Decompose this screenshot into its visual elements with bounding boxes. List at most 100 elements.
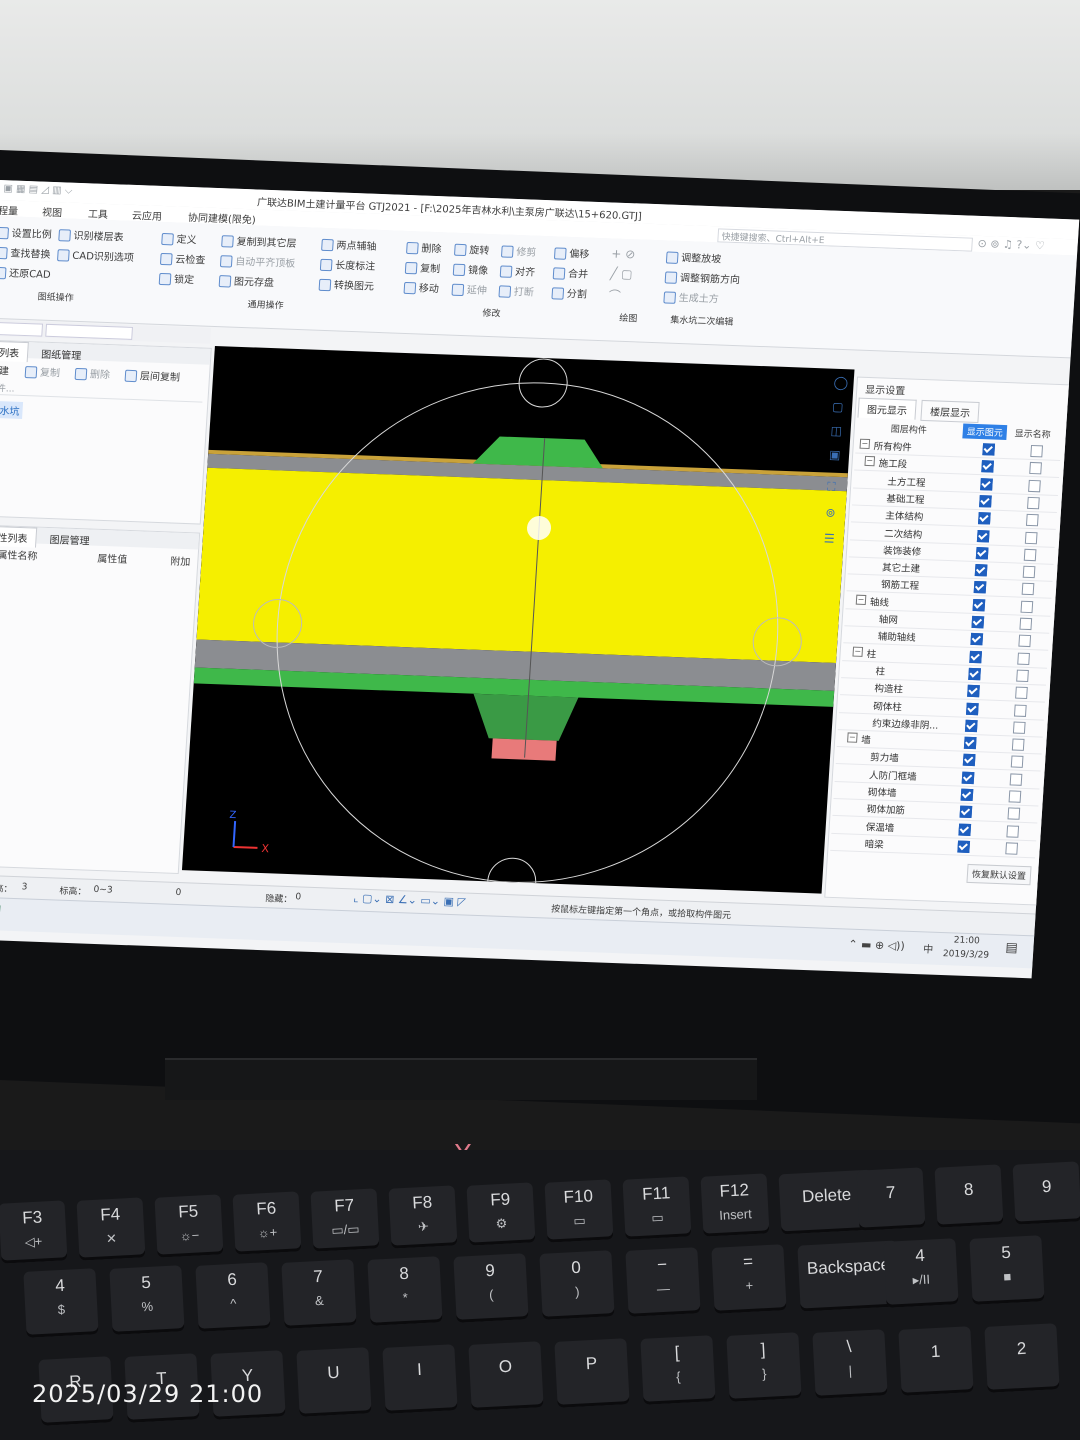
- floor-copy-button[interactable]: 层间复制: [124, 367, 181, 384]
- key-11[interactable]: 5 ■: [969, 1235, 1045, 1305]
- show-element-checkbox[interactable]: [976, 529, 990, 542]
- component-search-input[interactable]: 构件...: [0, 380, 204, 403]
- show-element-checkbox[interactable]: [981, 460, 994, 473]
- component-dropdown[interactable]: [45, 323, 133, 340]
- show-name-checkbox[interactable]: [1030, 444, 1044, 458]
- show-element-checkbox[interactable]: [964, 719, 978, 732]
- key-9[interactable]: F12 Insert: [700, 1173, 770, 1237]
- tab-floor-display[interactable]: 楼层显示: [920, 399, 980, 424]
- key-2[interactable]: 6 ^: [195, 1262, 271, 1332]
- ribbon-offset[interactable]: 偏移: [553, 244, 590, 261]
- show-element-checkbox[interactable]: [969, 650, 983, 663]
- show-element-checkbox[interactable]: [957, 840, 971, 853]
- key-6[interactable]: 0): [539, 1250, 615, 1320]
- copy-button[interactable]: 复制: [24, 363, 61, 379]
- key-3[interactable]: U: [296, 1347, 372, 1417]
- help-icons[interactable]: ⊙ ⊚ ♫ ?⌄ ♡: [977, 237, 1045, 252]
- ribbon-gen-earthwork[interactable]: 生成土方: [663, 288, 719, 305]
- key-9[interactable]: \ |: [812, 1329, 888, 1399]
- show-name-checkbox[interactable]: [1020, 600, 1034, 613]
- delete-button[interactable]: 删除: [74, 365, 111, 381]
- show-element-checkbox[interactable]: [982, 443, 996, 456]
- ribbon-define[interactable]: 定义: [161, 230, 197, 246]
- show-element-checkbox[interactable]: [980, 477, 993, 491]
- draw-line-icon[interactable]: ╱ ▢: [610, 266, 633, 281]
- show-name-checkbox[interactable]: [1021, 583, 1035, 596]
- tab-element-display[interactable]: 图元显示: [857, 397, 917, 420]
- ribbon-trim[interactable]: 修剪: [500, 242, 537, 259]
- show-element-checkbox[interactable]: [967, 684, 980, 698]
- draw-point-icon[interactable]: + ⊘: [611, 246, 636, 261]
- show-name-checkbox[interactable]: [1010, 755, 1024, 769]
- key-5[interactable]: O: [468, 1341, 544, 1411]
- ribbon-restore-cad[interactable]: 还原CAD: [0, 264, 51, 281]
- show-name-checkbox[interactable]: [1015, 686, 1028, 700]
- orbit-icon[interactable]: ◯: [833, 376, 848, 392]
- ribbon-split[interactable]: 分割: [551, 284, 587, 301]
- ribbon-adjust-slope[interactable]: 调整放坡: [665, 248, 722, 265]
- show-name-checkbox[interactable]: [1029, 462, 1042, 475]
- ribbon-mirror[interactable]: 镜像: [452, 261, 489, 277]
- quick-access-icons[interactable]: ▣ ▦ ▤ ◿ ▥ ⌵: [3, 183, 73, 197]
- key-6[interactable]: P: [554, 1338, 630, 1408]
- key-4[interactable]: 8 *: [367, 1256, 443, 1326]
- show-element-checkbox[interactable]: [962, 754, 976, 767]
- key-11[interactable]: 7: [856, 1167, 926, 1231]
- show-element-checkbox[interactable]: [963, 736, 977, 750]
- show-element-checkbox[interactable]: [977, 512, 991, 525]
- key-1[interactable]: F4 ✕: [76, 1197, 146, 1261]
- show-name-checkbox[interactable]: [1007, 807, 1021, 821]
- show-name-checkbox[interactable]: [1008, 790, 1022, 803]
- show-name-checkbox[interactable]: [1028, 479, 1041, 492]
- show-element-checkbox[interactable]: [979, 495, 992, 508]
- key-7[interactable]: F10 ▭: [544, 1179, 614, 1243]
- show-name-checkbox[interactable]: [1017, 652, 1030, 665]
- key-10[interactable]: 4 ▸/II: [883, 1238, 959, 1308]
- show-name-checkbox[interactable]: [1027, 496, 1040, 510]
- drawing-viewport[interactable]: X Z: [181, 345, 855, 894]
- key-4[interactable]: F7 ▭/▭: [310, 1188, 380, 1252]
- fit-view-icon[interactable]: ⛶: [827, 480, 836, 495]
- floor-dropdown[interactable]: [0, 321, 44, 337]
- show-name-checkbox[interactable]: [1023, 548, 1037, 562]
- key-0[interactable]: 4 $: [23, 1268, 99, 1338]
- key-8[interactable]: F11 ▭: [622, 1176, 692, 1240]
- show-element-checkbox[interactable]: [971, 615, 985, 629]
- show-name-checkbox[interactable]: [1025, 514, 1039, 527]
- list-item-sump-pit[interactable]: 集水坑: [0, 400, 24, 419]
- show-name-checkbox[interactable]: [1012, 721, 1026, 734]
- show-element-checkbox[interactable]: [972, 598, 986, 612]
- show-element-checkbox[interactable]: [970, 633, 984, 646]
- show-element-checkbox[interactable]: [961, 771, 975, 784]
- show-name-checkbox[interactable]: [1006, 824, 1020, 838]
- key-12[interactable]: 8: [934, 1164, 1004, 1228]
- show-name-checkbox[interactable]: [1013, 704, 1027, 717]
- show-element-checkbox[interactable]: [974, 564, 988, 577]
- ribbon-save-elements[interactable]: 图元存盘: [218, 272, 275, 289]
- show-name-checkbox[interactable]: [1005, 842, 1019, 855]
- key-3[interactable]: F6 ☼+: [232, 1191, 302, 1255]
- ribbon-two-point-axis[interactable]: 两点辅轴: [321, 236, 377, 253]
- key-4[interactable]: I: [382, 1344, 458, 1414]
- show-name-checkbox[interactable]: [1019, 617, 1033, 631]
- key-2[interactable]: F5 ☼−: [154, 1194, 224, 1258]
- key-0[interactable]: F3 ◁+: [0, 1200, 68, 1264]
- show-element-checkbox[interactable]: [959, 805, 973, 819]
- ribbon-cad-options[interactable]: CAD识别选项: [56, 246, 134, 264]
- key-5[interactable]: F8 ✈: [388, 1185, 458, 1249]
- restore-default-button[interactable]: 恢复默认设置: [966, 863, 1032, 886]
- cube-view-icon[interactable]: ▣: [829, 448, 841, 462]
- ribbon-merge[interactable]: 合并: [552, 264, 589, 281]
- ribbon-rotate[interactable]: 旋转: [453, 241, 490, 257]
- notification-icon[interactable]: ▤: [1005, 940, 1018, 955]
- ribbon-auto-align[interactable]: 自动平齐顶板: [219, 252, 296, 270]
- ribbon-identify-floor[interactable]: 识别楼层表: [58, 226, 124, 244]
- ime-indicator[interactable]: 中: [923, 940, 934, 955]
- collapse-icon[interactable]: −: [864, 456, 876, 467]
- ribbon-delete[interactable]: 删除: [406, 239, 442, 255]
- show-element-checkbox[interactable]: [958, 823, 972, 836]
- ribbon-extend[interactable]: 延伸: [451, 281, 487, 297]
- show-name-checkbox[interactable]: [1009, 773, 1023, 786]
- show-element-checkbox[interactable]: [966, 702, 979, 715]
- show-name-checkbox[interactable]: [1024, 531, 1038, 544]
